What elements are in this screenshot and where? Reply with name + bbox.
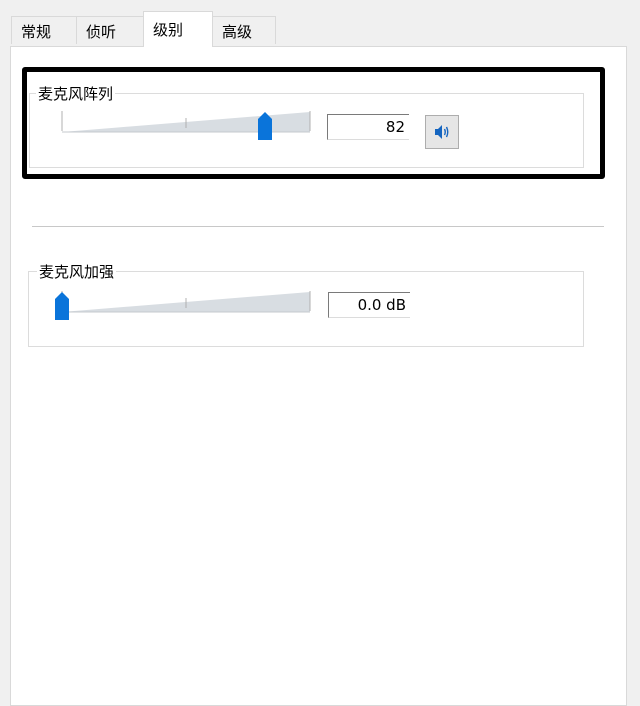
tab-listen[interactable]: 侦听: [76, 16, 144, 44]
mic-boost-value[interactable]: 0.0 dB: [328, 292, 410, 318]
mic-boost-slider[interactable]: [55, 290, 312, 320]
mic-boost-slider-thumb[interactable]: [55, 292, 69, 320]
mic-boost-slider-track: [61, 291, 311, 313]
tab-listen-label: 侦听: [86, 23, 117, 41]
tab-general-label: 常规: [21, 23, 52, 41]
separator-line: [32, 226, 604, 227]
tab-general[interactable]: 常规: [11, 16, 77, 44]
tab-advanced-label: 高级: [222, 23, 253, 41]
tab-levels[interactable]: 级别: [143, 11, 213, 47]
highlight-frame: [22, 67, 605, 179]
mic-boost-title: 麦克风加强: [37, 263, 117, 281]
tab-levels-label: 级别: [153, 21, 184, 39]
tab-advanced[interactable]: 高级: [212, 16, 276, 44]
